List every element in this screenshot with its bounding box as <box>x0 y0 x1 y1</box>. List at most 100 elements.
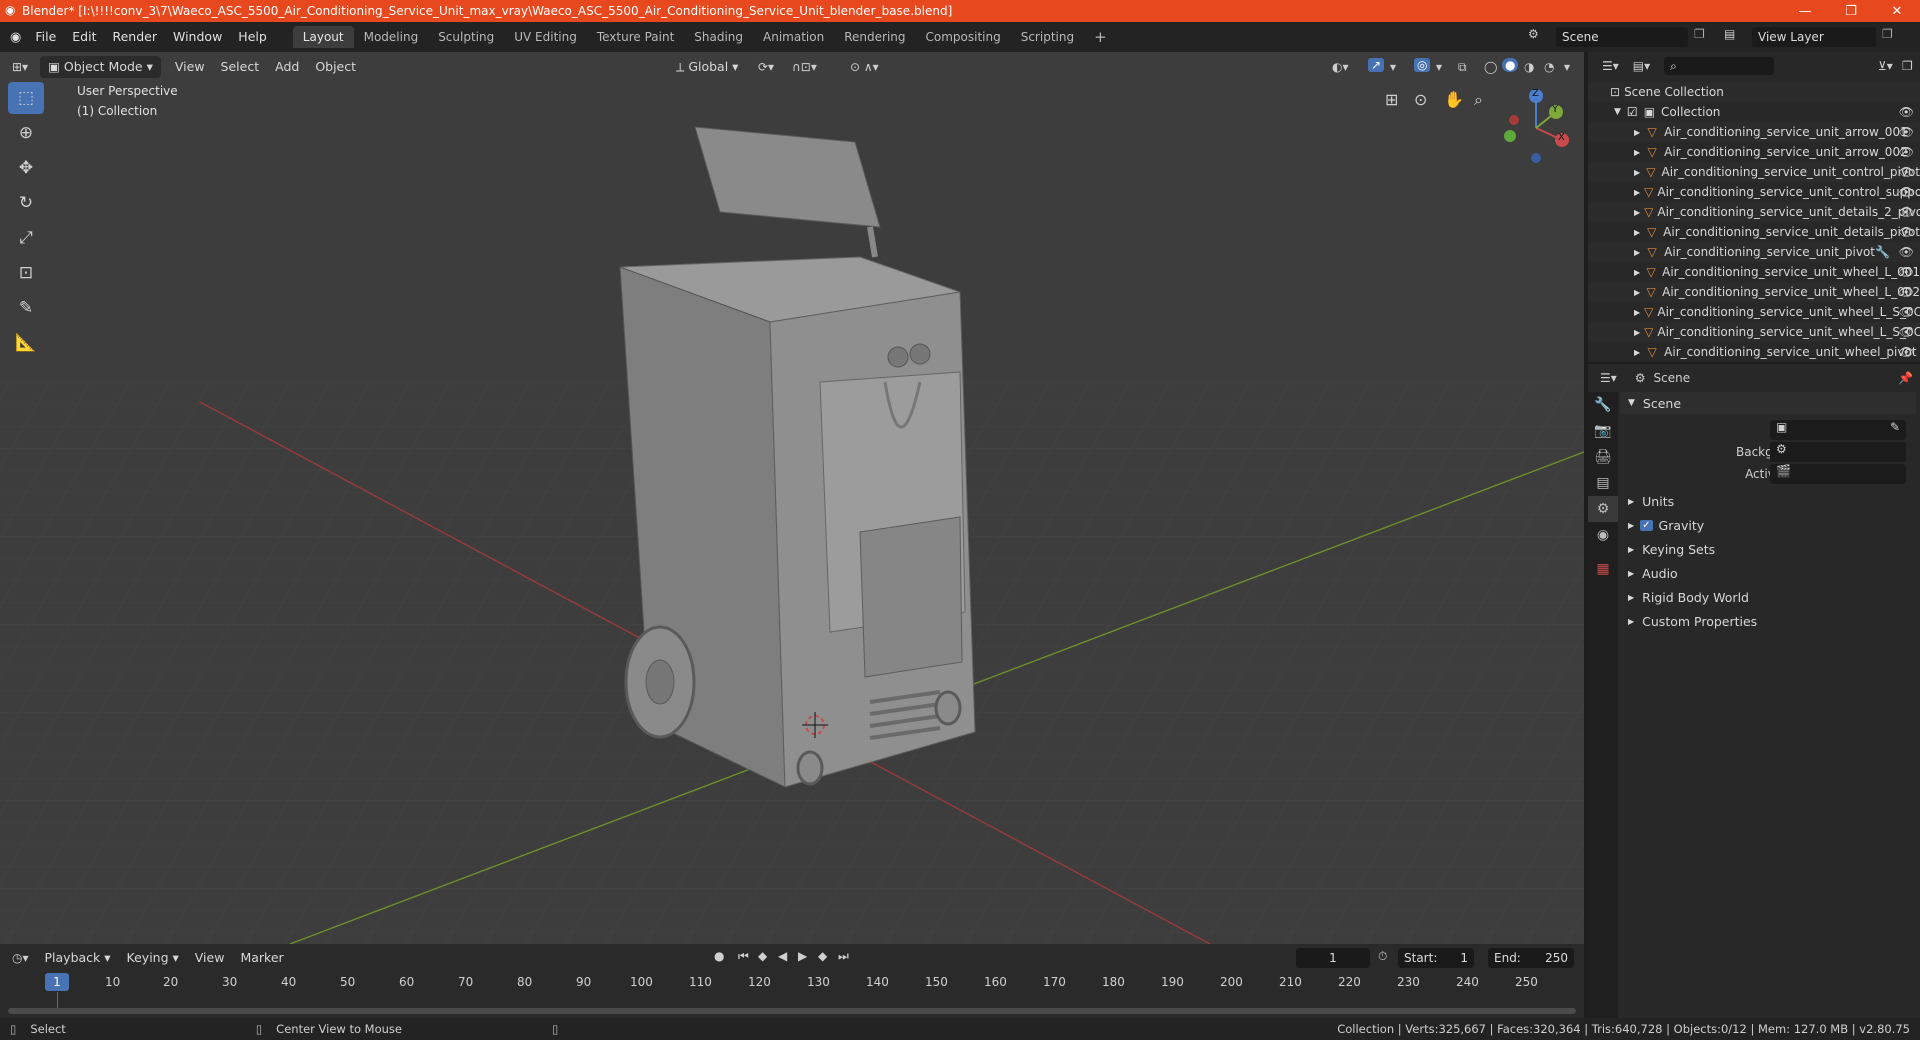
eye-icon[interactable]: 👁 <box>1899 165 1914 179</box>
next-keyframe-icon[interactable]: ◆ <box>818 949 827 963</box>
scene-tab-icon[interactable]: ⚙ <box>1588 496 1618 522</box>
tab-rendering[interactable]: Rendering <box>834 26 915 48</box>
tab-uv-editing[interactable]: UV Editing <box>504 26 587 48</box>
outliner-editor-icon[interactable]: ☰▾ <box>1602 59 1619 73</box>
overlay-toggle-icon[interactable]: ◎ <box>1414 58 1431 72</box>
pin-icon[interactable]: 📌 <box>1898 371 1913 385</box>
outliner-item[interactable]: ▶ ▽ Air_conditioning_service_unit_arrow_00… <box>1588 122 1920 142</box>
close-button[interactable]: ✕ <box>1874 0 1920 22</box>
menu-select[interactable]: Select <box>213 56 268 78</box>
menu-file[interactable]: File <box>27 26 64 48</box>
eye-icon[interactable]: 👁 <box>1899 105 1914 119</box>
visibility-icon[interactable]: ◐▾ <box>1332 60 1349 74</box>
expand-arrow-icon[interactable]: ▶ <box>1634 228 1640 237</box>
output-tab-icon[interactable]: 🖨 <box>1588 444 1618 470</box>
timeline-editor-icon[interactable]: ◷▾ <box>12 951 29 965</box>
toggle-grid-icon[interactable]: ⊞ <box>1385 90 1398 109</box>
properties-editor-icon[interactable]: ☰▾ <box>1600 371 1617 385</box>
menu-keying[interactable]: Keying ▾ <box>119 947 187 969</box>
tab-compositing[interactable]: Compositing <box>916 26 1011 48</box>
menu-window[interactable]: Window <box>165 26 230 48</box>
expand-arrow-icon[interactable]: ▶ <box>1634 348 1640 357</box>
prev-keyframe-icon[interactable]: ◆ <box>758 949 767 963</box>
active-movie-clip-field[interactable]: 🎬 <box>1770 464 1906 484</box>
outliner-item[interactable]: ▶ ▽ Air_conditioning_service_unit_wheel_L_… <box>1588 322 1920 342</box>
eye-icon[interactable]: 👁 <box>1899 185 1914 199</box>
outliner-item[interactable]: ▶ ▽ Air_conditioning_service_unit_wheel_L_… <box>1588 282 1920 302</box>
custom-properties-section[interactable]: ▶ Custom Properties <box>1620 610 1757 632</box>
texture-tab-icon[interactable]: ▦ <box>1588 556 1618 582</box>
play-reverse-icon[interactable]: ◀ <box>778 949 787 963</box>
menu-add[interactable]: Add <box>267 56 307 78</box>
outliner-search-input[interactable]: ⌕ <box>1664 57 1775 75</box>
rigid-body-world-section[interactable]: ▶ Rigid Body World <box>1620 586 1749 608</box>
expand-arrow-icon[interactable]: ▶ <box>1634 288 1640 297</box>
keying-sets-section[interactable]: ▶ Keying Sets <box>1620 538 1715 560</box>
jump-start-icon[interactable]: ⏮ <box>738 949 749 964</box>
frame-ruler[interactable]: 1 10 20 30 40 50 60 70 80 90 100 110 120… <box>0 972 1584 992</box>
expand-arrow-icon[interactable]: ▶ <box>1634 308 1640 317</box>
proportional-edit-icon[interactable]: ⊙ ∧▾ <box>850 60 879 74</box>
scene-collection-row[interactable]: ⊡ Scene Collection <box>1588 82 1920 102</box>
gravity-checkbox[interactable]: ✓ <box>1640 519 1653 531</box>
minimize-button[interactable]: — <box>1782 0 1828 22</box>
gizmo-toggle-icon[interactable]: ↗ <box>1368 58 1385 72</box>
wrench-icon[interactable]: 🔧 <box>1875 245 1890 259</box>
current-frame-field[interactable]: 1 <box>1296 948 1370 968</box>
eye-icon[interactable]: 👁 <box>1899 285 1914 299</box>
add-workspace-button[interactable]: + <box>1084 26 1117 48</box>
audio-section[interactable]: ▶ Audio <box>1620 562 1678 584</box>
menu-object[interactable]: Object <box>307 56 364 78</box>
xray-icon[interactable]: ⧉ <box>1458 60 1467 75</box>
eye-icon[interactable]: 👁 <box>1899 145 1914 159</box>
eye-icon[interactable]: 👁 <box>1899 305 1914 319</box>
measure-tool-icon[interactable]: 📐 <box>8 327 44 359</box>
new-scene-icon[interactable]: ❐ <box>1694 27 1705 41</box>
eye-icon[interactable]: 👁 <box>1899 325 1914 339</box>
checkbox-icon[interactable]: ☑ <box>1627 105 1638 119</box>
cursor-tool-icon[interactable]: ⊕ <box>8 117 44 149</box>
outliner-item[interactable]: ▶ ▽ Air_conditioning_service_unit_control_… <box>1588 182 1920 202</box>
outliner-item[interactable]: ▶ ▽ Air_conditioning_service_unit_wheel_L_… <box>1588 302 1920 322</box>
tool-tab-icon[interactable]: 🔧 <box>1588 392 1618 418</box>
menu-marker[interactable]: Marker <box>232 947 291 969</box>
tab-modeling[interactable]: Modeling <box>354 26 429 48</box>
eye-icon[interactable]: 👁 <box>1899 345 1914 359</box>
render-tab-icon[interactable]: 📷 <box>1588 418 1618 444</box>
overlay-dropdown-icon[interactable]: ▾ <box>1436 60 1442 74</box>
outliner-item[interactable]: ▶ ▽ Air_conditioning_service_unit_details_… <box>1588 202 1920 222</box>
rotate-tool-icon[interactable]: ↻ <box>8 187 44 219</box>
camera-field[interactable]: ▣ ✎ <box>1770 420 1906 440</box>
outliner-item[interactable]: ▶ ▽ Air_conditioning_service_unit_wheel_pi… <box>1588 342 1920 362</box>
3d-viewport[interactable]: ⊞▾ ▣ Object Mode ▾ View Select Add Objec… <box>0 52 1584 944</box>
material-shading-icon[interactable]: ◑ <box>1524 60 1534 74</box>
tab-layout[interactable]: Layout <box>292 26 354 48</box>
expand-arrow-icon[interactable]: ▶ <box>1634 128 1640 137</box>
camera-view-icon[interactable]: ⊙ <box>1414 90 1427 109</box>
editor-type-icon[interactable]: ⊞▾ <box>12 60 28 74</box>
navigation-gizmo[interactable]: Z X Y <box>1500 84 1580 164</box>
background-scene-field[interactable]: ⚙ <box>1770 442 1906 462</box>
eye-icon[interactable]: 👁 <box>1899 265 1914 279</box>
scale-tool-icon[interactable]: ⤢ <box>8 222 44 254</box>
outliner-item[interactable]: ▶ ▽ Air_conditioning_service_unit_control_… <box>1588 162 1920 182</box>
tab-shading[interactable]: Shading <box>684 26 753 48</box>
move-tool-icon[interactable]: ✥ <box>8 152 44 184</box>
wireframe-shading-icon[interactable]: ◯ <box>1484 60 1497 74</box>
menu-timeline-view[interactable]: View <box>187 947 233 969</box>
outliner-item[interactable]: ▶ ▽ Air_conditioning_service_unit_wheel_L_… <box>1588 262 1920 282</box>
view-layer-tab-icon[interactable]: ▤ <box>1588 470 1618 496</box>
expand-arrow-icon[interactable]: ▶ <box>1634 148 1640 157</box>
expand-arrow-icon[interactable]: ▶ <box>1634 168 1640 177</box>
timeline-scrollbar[interactable] <box>8 1008 1576 1014</box>
transform-tool-icon[interactable]: ⊡ <box>8 257 44 289</box>
new-collection-icon[interactable]: ❐ <box>1902 59 1913 73</box>
zoom-icon[interactable]: ⌕ <box>1474 90 1483 110</box>
tab-sculpting[interactable]: Sculpting <box>428 26 504 48</box>
maximize-button[interactable]: ❐ <box>1828 0 1874 22</box>
eye-icon[interactable]: 👁 <box>1899 205 1914 219</box>
tab-scripting[interactable]: Scripting <box>1011 26 1084 48</box>
menu-playback[interactable]: Playback ▾ <box>37 947 119 969</box>
playhead-frame-label[interactable]: 1 <box>45 973 69 991</box>
air-conditioning-unit-model[interactable] <box>619 126 976 788</box>
